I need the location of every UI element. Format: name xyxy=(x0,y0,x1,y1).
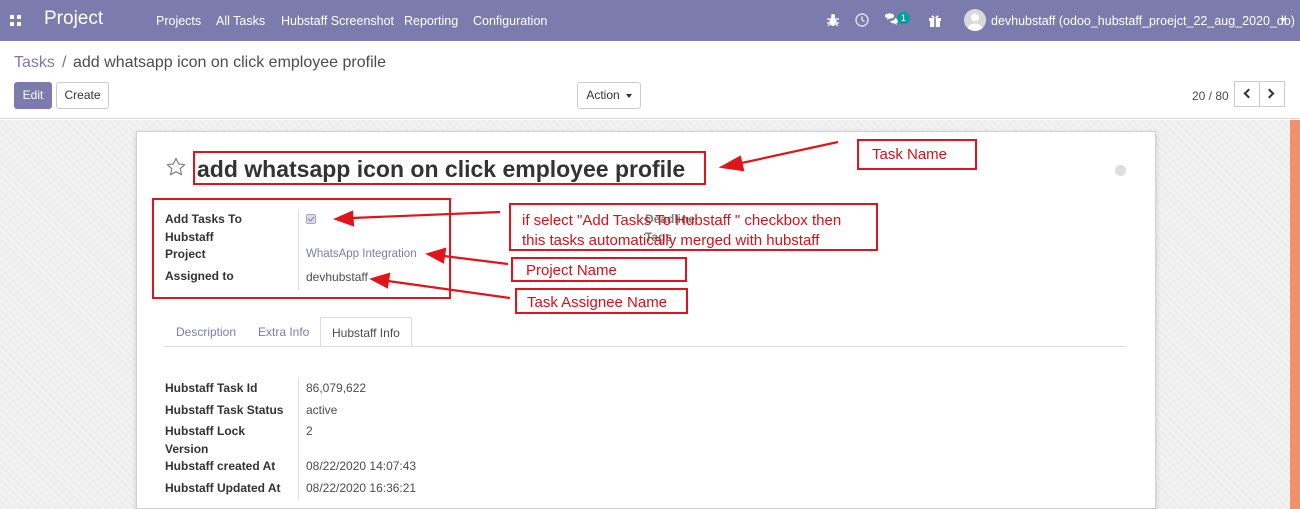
app-brand[interactable]: Project xyxy=(44,8,103,30)
annotation-assignee-name-text: Task Assignee Name xyxy=(527,294,668,311)
tab-divider xyxy=(164,346,1126,347)
pager-value: 20 / 80 xyxy=(1192,89,1229,103)
chevron-right-icon xyxy=(1264,88,1275,99)
breadcrumb-current: add whatsapp icon on click employee prof… xyxy=(73,54,387,71)
annotation-assignee-name: Task Assignee Name xyxy=(515,288,688,314)
bug-icon[interactable] xyxy=(825,12,841,28)
clock-icon[interactable] xyxy=(854,12,870,28)
hubstaff-lock-version-label-2: Version xyxy=(165,442,209,456)
menu-all-tasks[interactable]: All Tasks xyxy=(216,14,265,28)
menu-configuration[interactable]: Configuration xyxy=(473,14,547,28)
annotation-task-name-text: Task Name xyxy=(872,146,948,163)
gift-icon[interactable] xyxy=(927,12,943,28)
breadcrumb-tasks[interactable]: Tasks xyxy=(14,54,55,72)
hubstaff-task-status-value: active xyxy=(306,403,338,417)
annotation-task-name-label: Task Name xyxy=(857,139,977,170)
field-divider xyxy=(298,378,299,500)
caret-down-icon[interactable] xyxy=(1280,18,1286,22)
avatar[interactable] xyxy=(964,9,986,31)
tab-description[interactable]: Description xyxy=(165,317,247,347)
apps-icon[interactable] xyxy=(10,15,21,26)
menu-projects[interactable]: Projects xyxy=(156,14,201,28)
hubstaff-updated-at-value: 08/22/2020 16:36:21 xyxy=(306,481,417,495)
breadcrumb-separator: / xyxy=(62,54,67,71)
annotation-project-name-text: Project Name xyxy=(526,262,617,279)
annotation-checkbox-note: if select "Add Tasks To Hubstaff " check… xyxy=(509,203,878,251)
top-navbar: Project Projects All Tasks Hubstaff Scre… xyxy=(0,0,1300,41)
hubstaff-task-status-label: Hubstaff Task Status xyxy=(165,403,284,417)
user-menu-name[interactable]: devhubstaff (odoo_hubstaff_proejct_22_au… xyxy=(991,14,1295,28)
hubstaff-lock-version-label: Hubstaff Lock xyxy=(165,424,246,438)
hubstaff-lock-version-value: 2 xyxy=(306,424,313,438)
hubstaff-created-at-value: 08/22/2020 14:07:43 xyxy=(306,459,417,473)
menu-hubstaff-screenshot[interactable]: Hubstaff Screenshot xyxy=(281,14,394,28)
action-button[interactable]: Action xyxy=(577,82,641,109)
hubstaff-created-at-label: Hubstaff created At xyxy=(165,459,276,473)
kanban-state-dot[interactable] xyxy=(1115,165,1126,176)
annotation-fields-box xyxy=(152,198,451,299)
annotation-project-name: Project Name xyxy=(511,257,687,282)
tab-hubstaff-info[interactable]: Hubstaff Info xyxy=(320,317,412,347)
hubstaff-task-id-label: Hubstaff Task Id xyxy=(165,381,258,395)
pager-next-button[interactable] xyxy=(1259,81,1285,107)
tab-extra-info[interactable]: Extra Info xyxy=(247,317,320,347)
hubstaff-updated-at-label: Hubstaff Updated At xyxy=(165,481,281,495)
pager-previous-button[interactable] xyxy=(1234,81,1260,107)
annotation-checkbox-note-line2: this tasks automatically merged with hub… xyxy=(522,232,820,249)
hubstaff-task-id-value: 86,079,622 xyxy=(306,381,367,395)
control-panel: Tasks / add whatsapp icon on click emplo… xyxy=(0,41,1300,119)
chevron-left-icon xyxy=(1243,88,1254,99)
star-icon[interactable] xyxy=(165,156,187,178)
edit-button[interactable]: Edit xyxy=(14,82,52,109)
menu-reporting[interactable]: Reporting xyxy=(404,14,458,28)
annotation-task-name-box xyxy=(193,151,706,185)
chat-count-badge: 1 xyxy=(897,12,910,24)
caret-down-icon xyxy=(625,93,632,98)
action-label: Action xyxy=(586,88,620,102)
annotation-checkbox-note-line1: if select "Add Tasks To Hubstaff " check… xyxy=(522,212,842,229)
side-strip xyxy=(1290,120,1300,509)
create-button[interactable]: Create xyxy=(56,82,109,109)
